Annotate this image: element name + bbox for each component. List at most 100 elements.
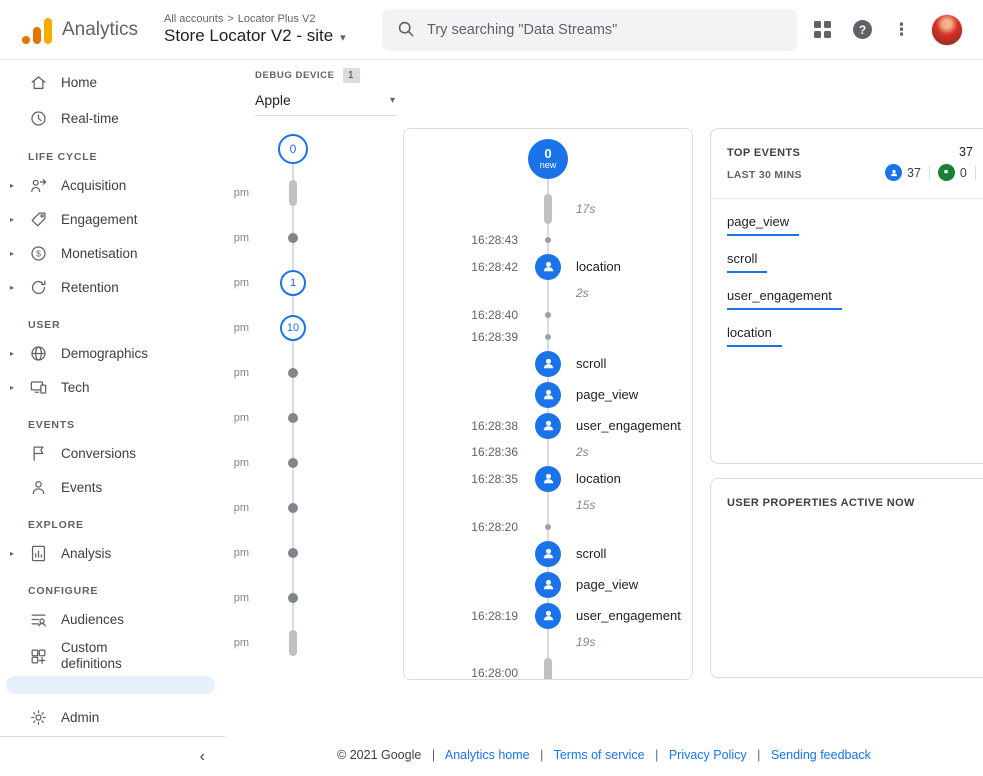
- expand-arrow-icon[interactable]: ▸: [10, 383, 28, 392]
- user-event-icon[interactable]: [535, 541, 561, 567]
- minute-unit-label: pm: [225, 637, 249, 649]
- expand-arrow-icon[interactable]: ▸: [10, 549, 28, 558]
- stream-timestamp: 16:28:38: [404, 419, 534, 433]
- event-name[interactable]: page_view: [562, 577, 638, 592]
- top-event-name[interactable]: page_view: [727, 214, 799, 236]
- event-name[interactable]: location: [562, 259, 621, 274]
- user-properties-title: USER PROPERTIES ACTIVE NOW: [727, 497, 915, 509]
- user-event-icon[interactable]: [535, 603, 561, 629]
- event-name[interactable]: scroll: [562, 356, 606, 371]
- search-input[interactable]: [427, 22, 783, 38]
- minute-segment[interactable]: [289, 630, 297, 656]
- gear-icon: [28, 707, 48, 727]
- expand-arrow-icon[interactable]: ▸: [10, 215, 28, 224]
- minute-unit-label: pm: [225, 547, 249, 559]
- top-event-name[interactable]: scroll: [727, 251, 767, 273]
- stream-timestamp: 16:28:43: [404, 233, 534, 247]
- minute-dot[interactable]: [288, 233, 298, 243]
- more-options-icon[interactable]: ⋮: [893, 20, 910, 40]
- sidebar-item-retention[interactable]: ▸ Retention: [0, 270, 225, 304]
- minute-row: pm 10: [225, 305, 337, 350]
- minute-events-bubble[interactable]: 10: [280, 315, 306, 341]
- user-event-icon[interactable]: [535, 351, 561, 377]
- acquisition-icon: [28, 175, 48, 195]
- selected-item-highlight[interactable]: [6, 676, 215, 694]
- expand-arrow-icon[interactable]: ▸: [10, 349, 28, 358]
- sidebar-item-label: Events: [61, 480, 102, 495]
- sidebar-item-demographics[interactable]: ▸ Demographics: [0, 336, 225, 370]
- top-event-name[interactable]: user_engagement: [727, 288, 842, 310]
- event-name[interactable]: scroll: [562, 546, 606, 561]
- top-event-row[interactable]: page_view: [727, 214, 983, 236]
- events-count-icon[interactable]: [885, 164, 902, 181]
- footer-link-privacy[interactable]: Privacy Policy: [669, 748, 747, 762]
- expand-arrow-icon[interactable]: ▸: [10, 283, 28, 292]
- sidebar-item-events[interactable]: Events: [0, 470, 225, 504]
- minute-unit-label: pm: [225, 187, 249, 199]
- debug-device-label: DEBUG DEVICE 1: [255, 68, 397, 83]
- event-name[interactable]: page_view: [562, 387, 638, 402]
- sidebar-item-custom-definitions[interactable]: Custom definitions: [0, 636, 225, 676]
- flag-icon: [28, 443, 48, 463]
- breadcrumb-current[interactable]: Locator Plus V2: [238, 13, 316, 25]
- sidebar-item-engagement[interactable]: ▸ Engagement: [0, 202, 225, 236]
- search-icon: [396, 19, 415, 41]
- minute-dot[interactable]: [288, 413, 298, 423]
- gap-duration: 15s: [562, 498, 595, 512]
- help-icon[interactable]: ?: [853, 20, 872, 39]
- sidebar-item-audiences[interactable]: Audiences: [0, 602, 225, 636]
- expand-arrow-icon[interactable]: ▸: [10, 249, 28, 258]
- sidebar-item-conversions[interactable]: Conversions: [0, 436, 225, 470]
- sidebar-item-analysis[interactable]: ▸ Analysis: [0, 536, 225, 570]
- stream-event-row: 16:28:35 location: [404, 463, 692, 494]
- top-event-row[interactable]: scroll: [727, 251, 983, 273]
- event-name[interactable]: location: [562, 471, 621, 486]
- minute-dot[interactable]: [288, 548, 298, 558]
- footer-link-feedback[interactable]: Sending feedback: [771, 748, 871, 762]
- sidebar-collapse-button[interactable]: ‹: [0, 736, 225, 776]
- expand-arrow-icon[interactable]: ▸: [10, 181, 28, 190]
- user-event-icon[interactable]: [535, 382, 561, 408]
- minute-dot[interactable]: [288, 368, 298, 378]
- property-selector[interactable]: Store Locator V2 - site ▾: [164, 26, 376, 46]
- sidebar-item-admin[interactable]: Admin: [0, 698, 225, 736]
- breadcrumb-all-accounts[interactable]: All accounts: [164, 13, 223, 25]
- conversions-count-icon[interactable]: [938, 164, 955, 181]
- minute-events-bubble[interactable]: 1: [280, 270, 306, 296]
- minute-dot[interactable]: [288, 458, 298, 468]
- new-events-badge[interactable]: 0 new: [528, 139, 568, 179]
- sidebar-item-monetisation[interactable]: ▸ $ Monetisation: [0, 236, 225, 270]
- user-event-icon[interactable]: [535, 254, 561, 280]
- sidebar-item-label: Engagement: [61, 212, 138, 227]
- top-event-row[interactable]: location: [727, 325, 983, 347]
- analytics-logo-icon[interactable]: [22, 16, 52, 44]
- conversions-count-value: 0: [960, 166, 967, 180]
- home-icon: [28, 72, 48, 92]
- search-bar[interactable]: [382, 9, 797, 51]
- event-name[interactable]: user_engagement: [562, 418, 681, 433]
- stream-timestamp: 16:28:19: [404, 609, 534, 623]
- stream-timestamp: 16:28:39: [404, 330, 534, 344]
- footer-link-analytics-home[interactable]: Analytics home: [445, 748, 530, 762]
- analysis-chart-icon: [28, 543, 48, 563]
- top-event-name[interactable]: location: [727, 325, 782, 347]
- sidebar-item-acquisition[interactable]: ▸ Acquisition: [0, 168, 225, 202]
- footer-link-terms[interactable]: Terms of service: [554, 748, 645, 762]
- top-event-row[interactable]: user_engagement: [727, 288, 983, 310]
- time-dot: [545, 312, 551, 318]
- user-avatar[interactable]: [931, 14, 963, 46]
- minute-events-bubble[interactable]: 0: [278, 134, 308, 164]
- apps-grid-icon[interactable]: [814, 21, 832, 39]
- user-event-icon[interactable]: [535, 572, 561, 598]
- sidebar-item-home[interactable]: Home: [0, 64, 225, 100]
- minute-row: 0: [225, 128, 337, 170]
- sidebar-item-tech[interactable]: ▸ Tech: [0, 370, 225, 404]
- minute-dot[interactable]: [288, 503, 298, 513]
- user-event-icon[interactable]: [535, 466, 561, 492]
- minute-dot[interactable]: [288, 593, 298, 603]
- user-event-icon[interactable]: [535, 413, 561, 439]
- event-name[interactable]: user_engagement: [562, 608, 681, 623]
- minute-segment[interactable]: [289, 180, 297, 206]
- device-select[interactable]: Apple ▾: [255, 85, 397, 116]
- sidebar-item-realtime[interactable]: Real-time: [0, 100, 225, 136]
